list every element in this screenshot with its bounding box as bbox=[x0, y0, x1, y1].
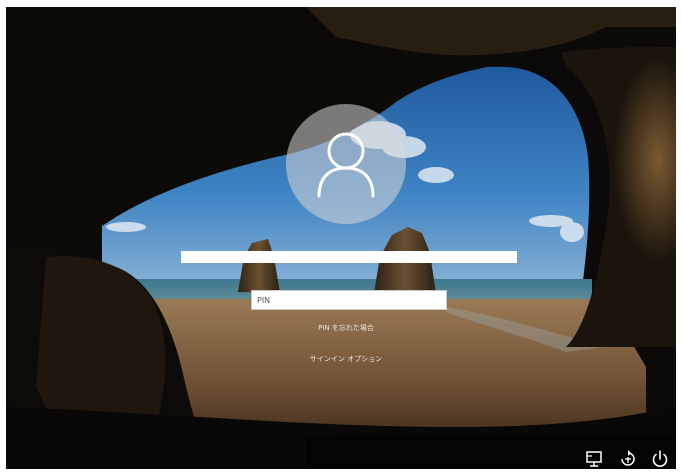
pin-input[interactable] bbox=[251, 290, 447, 310]
lock-screen: PIN を忘れた場合 サインイン オプション bbox=[6, 7, 676, 469]
ease-of-access-button[interactable] bbox=[618, 449, 638, 469]
user-avatar bbox=[286, 104, 406, 224]
user-icon bbox=[317, 132, 375, 198]
forgot-pin-link[interactable]: PIN を忘れた場合 bbox=[206, 323, 486, 333]
network-button[interactable] bbox=[584, 449, 604, 469]
signin-options-link[interactable]: サインイン オプション bbox=[206, 354, 486, 364]
power-button[interactable] bbox=[650, 449, 670, 469]
power-icon bbox=[652, 450, 668, 467]
ease-of-access-icon bbox=[621, 450, 635, 466]
background-image bbox=[6, 7, 676, 469]
username-redacted bbox=[181, 251, 517, 263]
network-icon bbox=[586, 451, 602, 467]
